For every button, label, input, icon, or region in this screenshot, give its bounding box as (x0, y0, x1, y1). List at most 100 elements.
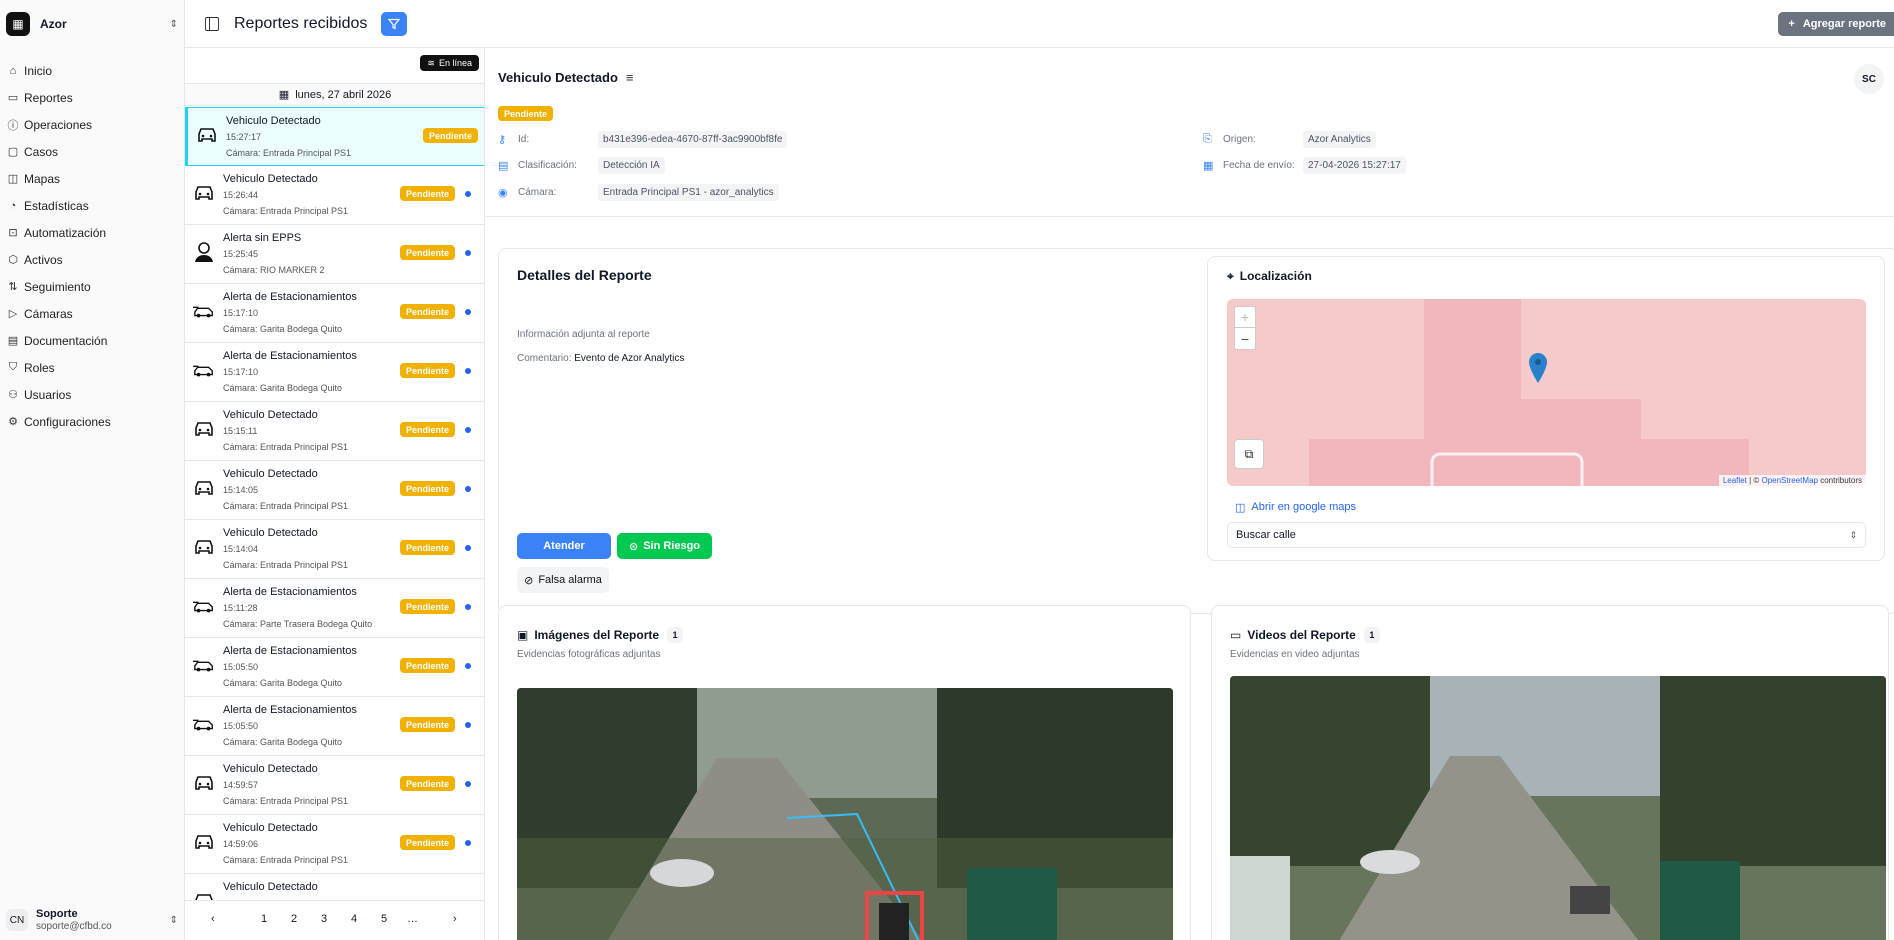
list-item-camera: Cámara: Entrada Principal PS1 (223, 501, 349, 511)
attend-button[interactable]: Atender (517, 533, 611, 559)
list-item[interactable]: Alerta de Estacionamientos 15:05:50 Cámara… (185, 697, 484, 756)
list-item[interactable]: Alerta de Estacionamientos 15:17:10 Cámara… (185, 284, 484, 343)
list-item[interactable]: Alerta sin EPPS 15:25:45 Cámara: RIO MARKE… (185, 225, 484, 284)
report-list: Vehiculo Detectado 15:27:17 Cámara: Entrad… (185, 107, 484, 933)
page-2[interactable]: 2 (291, 913, 297, 925)
report-video[interactable] (1230, 676, 1886, 940)
videos-header: ▭ Videos del Reporte 1 (1230, 627, 1380, 643)
sidebar-item-camaras[interactable]: ▷ Cámaras (6, 300, 178, 327)
menu-icon[interactable]: ≡ (626, 70, 634, 85)
page-1[interactable]: 1 (261, 913, 267, 925)
sidebar-toggle-icon[interactable] (205, 16, 219, 31)
list-item[interactable]: Vehiculo Detectado 15:14:05 Cámara: Entrad… (185, 461, 484, 520)
videos-card: ▭ Videos del Reporte 1 Evidencias en video… (1211, 605, 1889, 940)
sidebar-item-casos[interactable]: ▢ Casos (6, 138, 178, 165)
plus-icon: + (1788, 18, 1795, 30)
meta-value: Detección IA (598, 156, 665, 174)
next-page-icon[interactable]: › (453, 913, 457, 925)
sidebar-item-label: Configuraciones (24, 414, 111, 429)
sidebar-item-automatizacion[interactable]: ⊡ Automatización (6, 219, 178, 246)
sidebar-item-activos[interactable]: ⬡ Activos (6, 246, 178, 273)
pagination: ‹ 1 2 3 4 5 … › (185, 900, 484, 940)
layers-icon[interactable]: ⧉ (1234, 439, 1264, 469)
page-5[interactable]: 5 (381, 913, 387, 925)
unread-dot (465, 191, 471, 197)
sidebar-item-operaciones[interactable]: ⓘ Operaciones (6, 111, 178, 138)
car-icon (193, 713, 215, 735)
sidebar-item-label: Reportes (24, 90, 73, 105)
meta-value: Entrada Principal PS1 - azor_analytics (598, 183, 779, 201)
sidebar-item-estadisticas[interactable]: ◔ Estadísticas (6, 192, 178, 219)
list-item[interactable]: Alerta de Estacionamientos 15:17:10 Cámara… (185, 343, 484, 402)
sidebar-item-seguimiento[interactable]: ⇅ Seguimiento (6, 273, 178, 300)
status-badge: Pendiente (399, 481, 455, 496)
alert-icon: ⓘ (7, 119, 19, 132)
sidebar-item-roles[interactable]: ⛉ Roles (6, 354, 178, 381)
camera-snapshot (517, 688, 1173, 940)
status-badge: Pendiente (399, 658, 455, 673)
list-item-time: 15:14:05 (223, 485, 259, 495)
page-3[interactable]: 3 (321, 913, 327, 925)
sidebar-item-usuarios[interactable]: ⚇ Usuarios (6, 381, 178, 408)
list-item[interactable]: Vehiculo Detectado 14:59:06 Cámara: Entrad… (185, 815, 484, 874)
list-item-title: Vehiculo Detectado (223, 822, 318, 834)
list-item-time: 15:17:10 (223, 308, 259, 318)
zoom-out-button[interactable]: − (1235, 328, 1255, 349)
grid-icon: ▦ (6, 12, 30, 36)
sidebar-item-label: Documentación (24, 333, 108, 348)
list-item-camera: Cámara: Garita Bodega Quito (223, 383, 343, 393)
key-icon: ⚷ (498, 133, 507, 146)
list-item[interactable]: Alerta de Estacionamientos 15:05:50 Cámara… (185, 638, 484, 697)
meta-camera: ◉ Cámara: Entrada Principal PS1 - azor_ana… (498, 183, 779, 201)
sidebar-item-inicio[interactable]: ⌂ Inicio (6, 57, 178, 84)
meta-label: Fecha de envío: (1223, 159, 1295, 171)
user-menu[interactable]: CN Soporte soporte@cfbd.co ⇕ (6, 905, 178, 935)
list-item-time: 15:05:50 (223, 662, 259, 672)
no-risk-button[interactable]: ⊙ Sin Riesgo (617, 533, 712, 559)
videos-count: 1 (1363, 627, 1380, 643)
person-icon (193, 241, 215, 263)
report-image[interactable] (517, 688, 1173, 940)
list-item-camera: Cámara: Garita Bodega Quito (223, 324, 343, 334)
map-marker-icon[interactable] (1529, 353, 1547, 383)
list-item[interactable]: Vehiculo Detectado 15:26:44 Cámara: Entrad… (185, 166, 484, 225)
car-icon (193, 477, 215, 499)
sidebar-item-configuraciones[interactable]: ⚙ Configuraciones (6, 408, 178, 435)
sidebar-item-mapas[interactable]: ◫ Mapas (6, 165, 178, 192)
street-search-select[interactable]: Buscar calle ⇕ (1227, 522, 1866, 548)
workspace-switcher[interactable]: ▦ Azor ⇕ (6, 12, 178, 36)
meta-label: Id: (518, 133, 530, 145)
list-item-camera: Cámara: Garita Bodega Quito (223, 678, 343, 688)
list-item[interactable]: Vehiculo Detectado 15:15:11 Cámara: Entrad… (185, 402, 484, 461)
zoom-in-button[interactable]: + (1235, 307, 1255, 328)
page-4[interactable]: 4 (351, 913, 357, 925)
unread-dot (465, 722, 471, 728)
list-item[interactable]: Vehiculo Detectado 14:59:57 Cámara: Entrad… (185, 756, 484, 815)
list-item-title: Alerta de Estacionamientos (223, 704, 357, 716)
videos-title: Videos del Reporte (1247, 628, 1356, 642)
unread-dot (465, 781, 471, 787)
unread-dot (465, 309, 471, 315)
add-report-button[interactable]: + Agregar reporte (1778, 12, 1894, 36)
comment-label: Comentario: (517, 353, 572, 364)
sidebar-item-label: Estadísticas (24, 198, 89, 213)
status-badge: Pendiente (399, 776, 455, 791)
folder-icon: ▢ (7, 146, 19, 158)
google-maps-link[interactable]: ◫ Abrir en google maps (1235, 501, 1356, 514)
car-icon (196, 124, 218, 146)
zoom-control[interactable]: + − (1234, 306, 1256, 350)
sidebar-item-reportes[interactable]: ▭ Reportes (6, 84, 178, 111)
box-icon: ⬡ (8, 254, 18, 266)
assignee-avatar[interactable]: SC (1854, 64, 1884, 94)
list-item[interactable]: Vehiculo Detectado 15:14:04 Cámara: Entrad… (185, 520, 484, 579)
false-alarm-button[interactable]: ⊘ Falsa alarma (517, 567, 609, 593)
videos-subtitle: Evidencias en video adjuntas (1230, 649, 1360, 660)
sidebar-item-documentacion[interactable]: ▤ Documentación (6, 327, 178, 354)
leaflet-link[interactable]: Leaflet (1723, 476, 1747, 485)
filter-button[interactable] (381, 11, 408, 36)
prev-page-icon[interactable]: ‹ (211, 913, 215, 925)
map[interactable]: + − ⧉ Leaflet | © OpenStreetMap contribut… (1227, 299, 1866, 486)
list-item[interactable]: Alerta de Estacionamientos 15:11:28 Cámara… (185, 579, 484, 638)
osm-link[interactable]: OpenStreetMap (1761, 476, 1817, 485)
list-item[interactable]: Vehiculo Detectado 15:27:17 Cámara: Entrad… (185, 107, 484, 166)
